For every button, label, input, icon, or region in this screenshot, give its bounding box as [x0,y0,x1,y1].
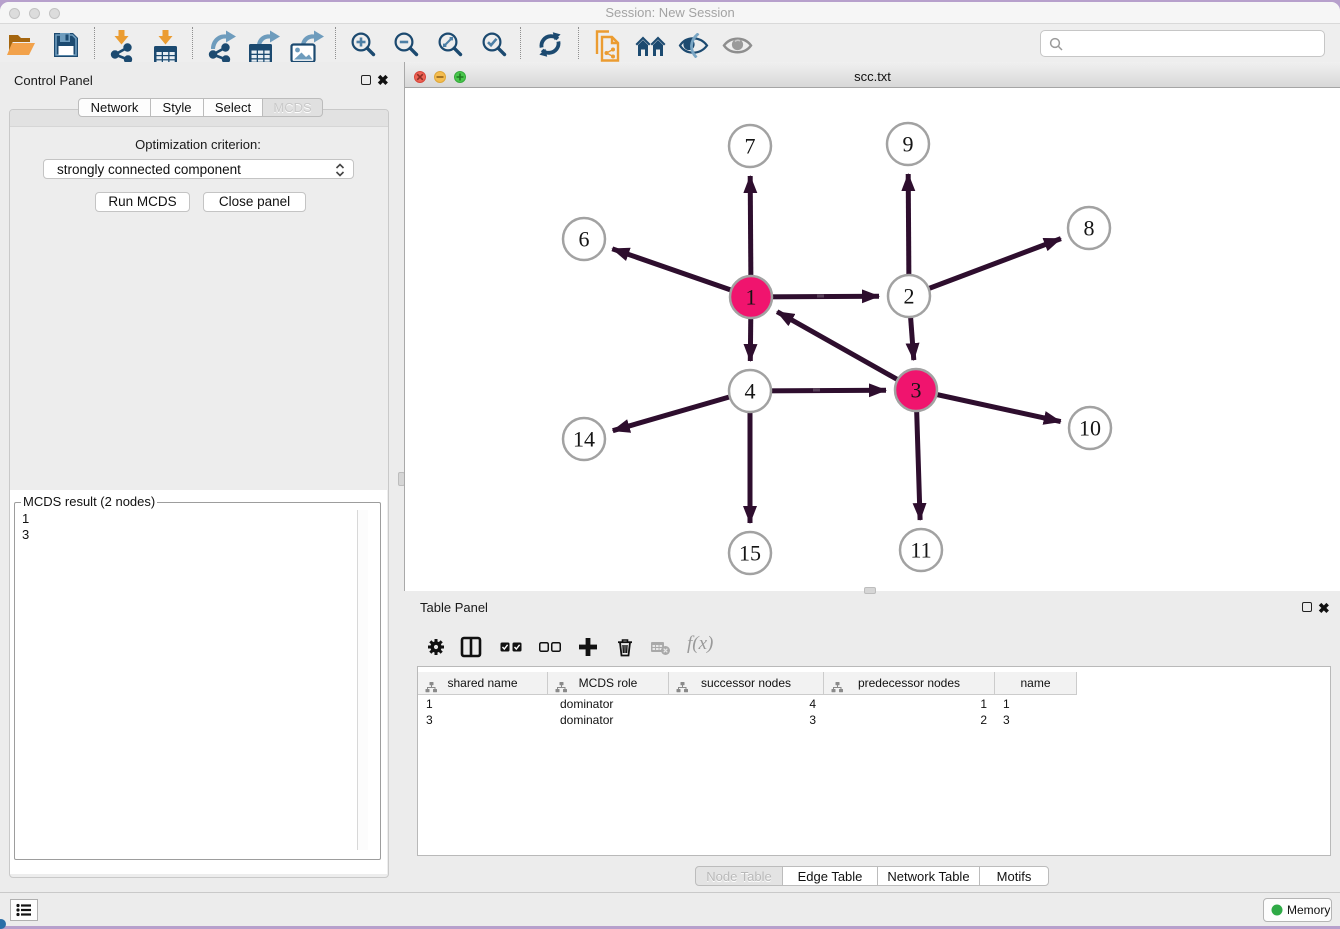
svg-text:1: 1 [746,285,757,310]
svg-text:7: 7 [745,134,756,159]
svg-text:3: 3 [911,378,922,403]
svg-text:8: 8 [1084,216,1095,241]
svg-text:2: 2 [904,284,915,309]
svg-text:11: 11 [910,538,931,563]
svg-text:4: 4 [745,379,756,404]
svg-text:10: 10 [1079,416,1101,441]
svg-text:9: 9 [903,132,914,157]
svg-text:6: 6 [579,227,590,252]
svg-text:15: 15 [739,541,761,566]
svg-text:14: 14 [573,427,595,452]
